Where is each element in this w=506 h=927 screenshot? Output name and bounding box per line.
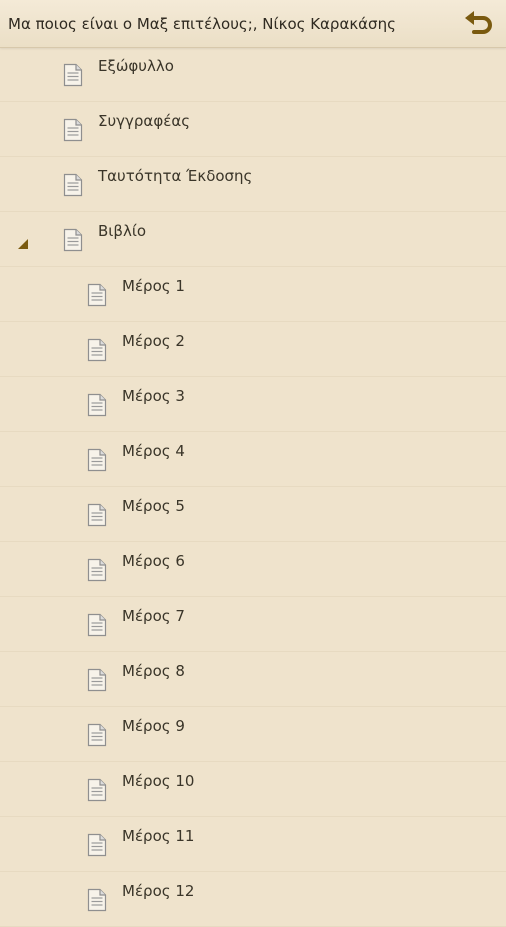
document-icon bbox=[63, 228, 83, 252]
toc-item-cover[interactable]: Εξώφυλλο bbox=[0, 47, 506, 102]
document-icon bbox=[87, 778, 107, 802]
document-icon bbox=[87, 558, 107, 582]
table-of-contents: Εξώφυλλο Συγγραφέας Ταυτότητα Έκδοσης Βι… bbox=[0, 47, 506, 927]
toc-item-edition-info[interactable]: Ταυτότητα Έκδοσης bbox=[0, 157, 506, 212]
document-icon bbox=[87, 283, 107, 307]
toc-part-label: Μέρος 6 bbox=[122, 552, 185, 570]
document-icon bbox=[87, 393, 107, 417]
document-icon bbox=[87, 503, 107, 527]
toc-item-author[interactable]: Συγγραφέας bbox=[0, 102, 506, 157]
toc-part-label: Μέρος 12 bbox=[122, 882, 195, 900]
toc-part-label: Μέρος 8 bbox=[122, 662, 185, 680]
expanded-triangle-icon[interactable] bbox=[18, 239, 28, 249]
toc-part-item[interactable]: Μέρος 6 bbox=[0, 542, 506, 597]
toc-part-item[interactable]: Μέρος 4 bbox=[0, 432, 506, 487]
toc-part-label: Μέρος 9 bbox=[122, 717, 185, 735]
toc-part-item[interactable]: Μέρος 1 bbox=[0, 267, 506, 322]
toc-part-label: Μέρος 1 bbox=[122, 277, 185, 295]
toc-part-label: Μέρος 3 bbox=[122, 387, 185, 405]
toc-part-item[interactable]: Μέρος 3 bbox=[0, 377, 506, 432]
toc-item-label: Εξώφυλλο bbox=[98, 57, 174, 75]
undo-arrow-icon[interactable] bbox=[461, 8, 497, 40]
document-icon bbox=[63, 63, 83, 87]
toc-item-label: Ταυτότητα Έκδοσης bbox=[98, 167, 253, 185]
document-icon bbox=[87, 338, 107, 362]
document-icon bbox=[87, 613, 107, 637]
document-icon bbox=[87, 723, 107, 747]
toc-part-label: Μέρος 10 bbox=[122, 772, 195, 790]
toc-part-item[interactable]: Μέρος 10 bbox=[0, 762, 506, 817]
toc-part-item[interactable]: Μέρος 7 bbox=[0, 597, 506, 652]
toc-part-item[interactable]: Μέρος 8 bbox=[0, 652, 506, 707]
toc-part-item[interactable]: Μέρος 5 bbox=[0, 487, 506, 542]
toc-item-label: Βιβλίο bbox=[98, 222, 147, 240]
document-icon bbox=[63, 173, 83, 197]
toc-part-label: Μέρος 5 bbox=[122, 497, 185, 515]
top-bar: Μα ποιος είναι ο Μαξ επιτέλους;, Νίκος Κ… bbox=[0, 0, 506, 48]
document-icon bbox=[87, 448, 107, 472]
toc-part-item[interactable]: Μέρος 11 bbox=[0, 817, 506, 872]
toc-part-label: Μέρος 7 bbox=[122, 607, 185, 625]
toc-part-item[interactable]: Μέρος 2 bbox=[0, 322, 506, 377]
toc-part-label: Μέρος 2 bbox=[122, 332, 185, 350]
toc-part-label: Μέρος 4 bbox=[122, 442, 185, 460]
toc-item-book[interactable]: Βιβλίο bbox=[0, 212, 506, 267]
document-icon bbox=[63, 118, 83, 142]
document-icon bbox=[87, 833, 107, 857]
document-icon bbox=[87, 888, 107, 912]
book-title: Μα ποιος είναι ο Μαξ επιτέλους;, Νίκος Κ… bbox=[8, 15, 396, 33]
toc-part-label: Μέρος 11 bbox=[122, 827, 195, 845]
document-icon bbox=[87, 668, 107, 692]
toc-part-item[interactable]: Μέρος 9 bbox=[0, 707, 506, 762]
toc-item-label: Συγγραφέας bbox=[98, 112, 191, 130]
